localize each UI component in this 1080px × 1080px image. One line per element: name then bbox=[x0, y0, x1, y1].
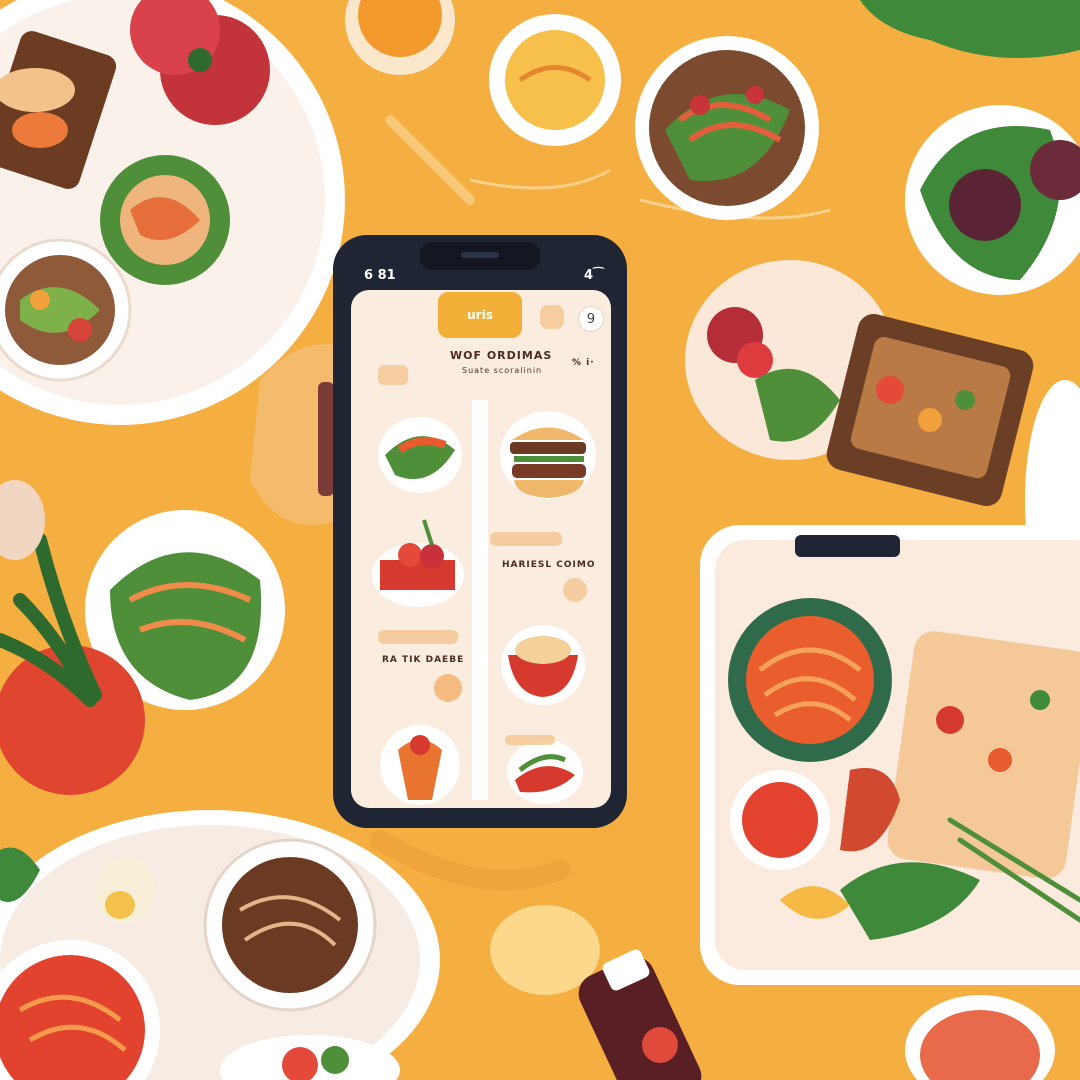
menu-heading-meta: % i· bbox=[572, 358, 595, 368]
bottom-right-tray bbox=[700, 525, 1080, 985]
card-title-right: HARIESL COIMO bbox=[502, 560, 596, 570]
menu-dish-salad bbox=[378, 417, 462, 493]
card-title-left: RA TIK DAEBE bbox=[382, 655, 465, 665]
primary-pill-button[interactable]: uris bbox=[438, 292, 522, 338]
round-icon-button[interactable]: 9 bbox=[578, 306, 604, 332]
menu-dish-bowl bbox=[501, 625, 585, 705]
menu-heading: WOF ORDIMAS bbox=[450, 349, 553, 362]
status-indicator: 4⁀ bbox=[584, 268, 604, 283]
menu-dish-skewer bbox=[507, 740, 583, 804]
food-flatlay-illustration bbox=[0, 0, 1080, 1080]
phone-side-button bbox=[318, 382, 334, 496]
status-time: 6 81 bbox=[364, 268, 396, 283]
menu-subheading: Suate scoralinin bbox=[462, 366, 543, 375]
menu-dish-dessert bbox=[380, 725, 460, 805]
menu-dish-burger bbox=[500, 411, 596, 499]
